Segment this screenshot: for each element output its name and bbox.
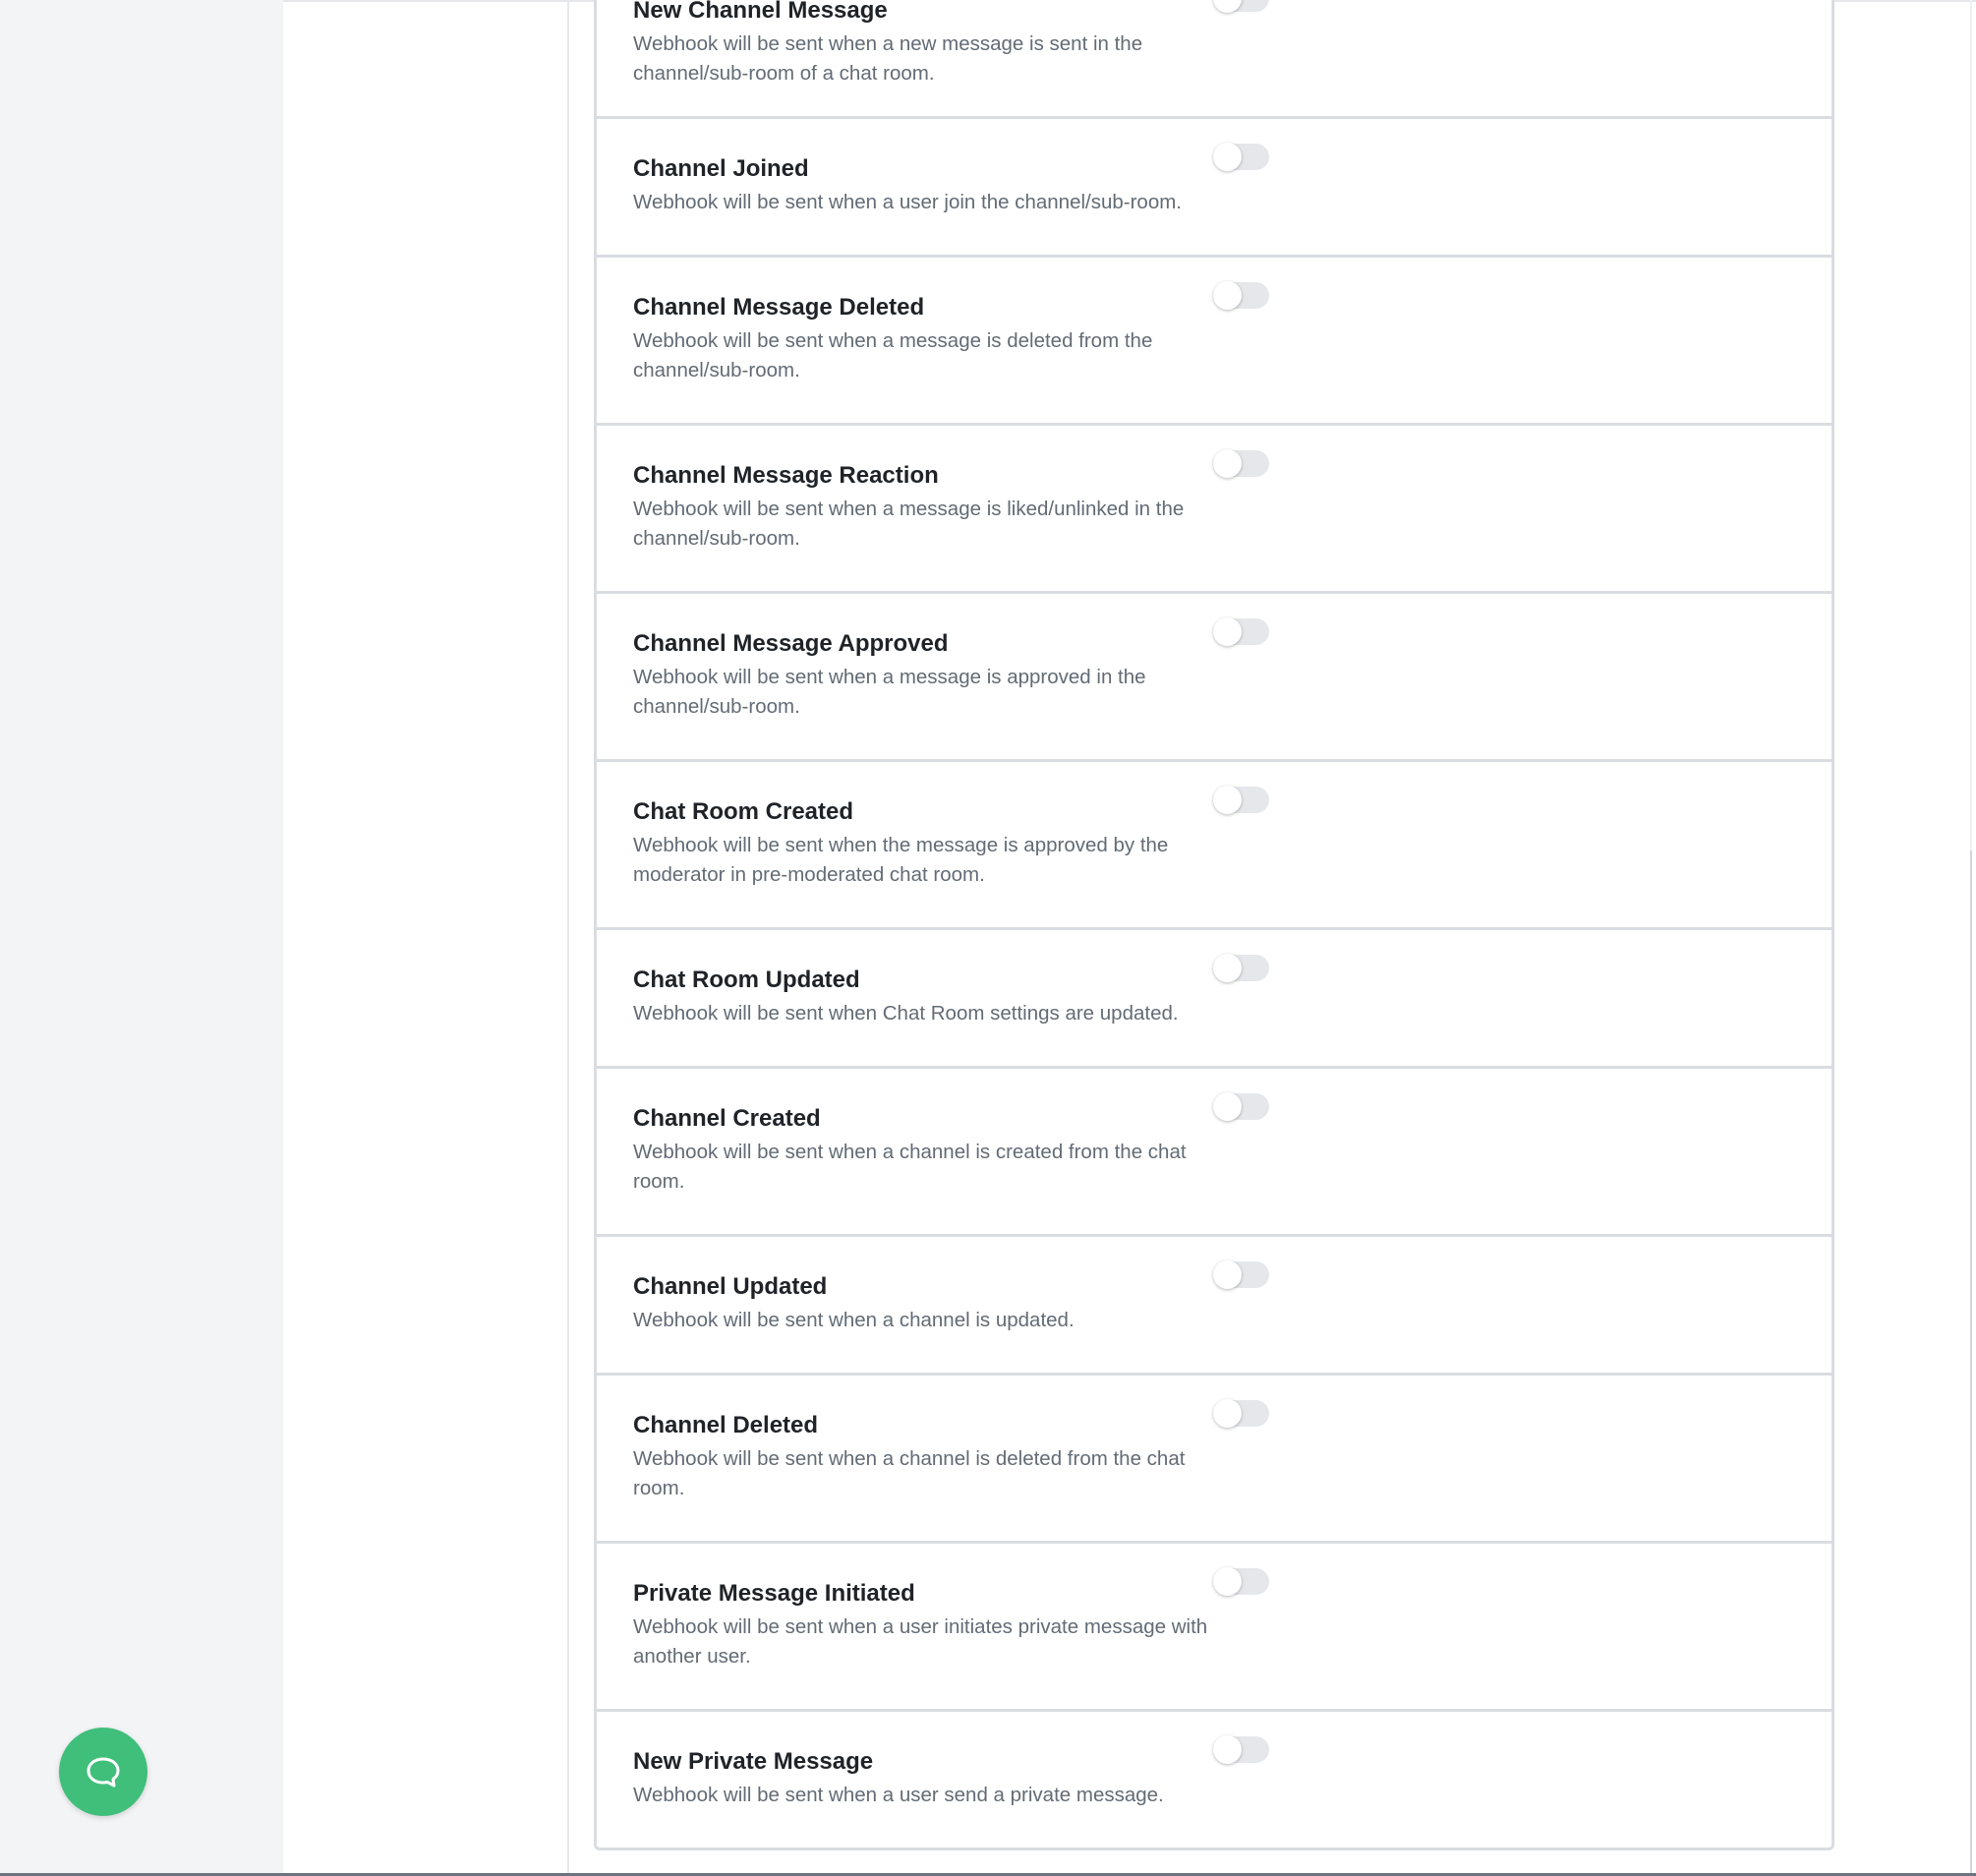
event-title: Channel Message Approved xyxy=(633,630,949,657)
toggle-knob xyxy=(1213,281,1242,310)
event-row-chat-room-created: Chat Room Created Webhook will be sent w… xyxy=(597,762,1831,930)
event-toggle-switch[interactable] xyxy=(1213,786,1269,814)
toggle-knob xyxy=(1213,954,1242,982)
event-toggle-switch[interactable] xyxy=(1213,0,1269,13)
event-row-channel-updated: Channel Updated Webhook will be sent whe… xyxy=(597,1237,1831,1376)
toggle-knob xyxy=(1213,0,1242,13)
event-toggle-switch[interactable] xyxy=(1213,281,1269,310)
toggle-knob xyxy=(1213,617,1242,646)
event-description: Webhook will be sent when a message is l… xyxy=(633,498,1185,550)
toggle-knob xyxy=(1213,1260,1242,1289)
event-description: Webhook will be sent when a channel is u… xyxy=(633,1309,1075,1331)
event-toggle-switch[interactable] xyxy=(1213,1735,1269,1764)
event-title: New Channel Message xyxy=(633,0,888,24)
toggle-knob xyxy=(1213,1735,1242,1764)
event-row-private-message-initiated: Private Message Initiated Webhook will b… xyxy=(597,1544,1831,1712)
left-sidebar xyxy=(0,0,283,1876)
toggle-knob xyxy=(1213,143,1242,171)
event-title: New Private Message xyxy=(633,1748,874,1775)
event-toggle-switch[interactable] xyxy=(1213,449,1269,478)
event-description: Webhook will be sent when the message is… xyxy=(633,834,1169,886)
event-title: Private Message Initiated xyxy=(633,1580,915,1607)
event-title: Channel Joined xyxy=(633,155,809,182)
event-title: Chat Room Updated xyxy=(633,967,860,993)
event-title: Channel Message Reaction xyxy=(633,462,939,489)
right-scrollbar-thumb[interactable] xyxy=(1970,850,1972,1876)
toggle-knob xyxy=(1213,1567,1242,1596)
toggle-knob xyxy=(1213,786,1242,814)
event-description: Webhook will be sent when a message is d… xyxy=(633,329,1153,381)
event-description: Webhook will be sent when a user join th… xyxy=(633,191,1182,213)
event-toggle-switch[interactable] xyxy=(1213,1399,1269,1428)
event-row-channel-joined: Channel Joined Webhook will be sent when… xyxy=(597,119,1831,258)
toggle-knob xyxy=(1213,449,1242,478)
toggle-knob xyxy=(1213,1399,1242,1428)
event-title: Channel Created xyxy=(633,1105,821,1132)
event-row-channel-message-approved: Channel Message Approved Webhook will be… xyxy=(597,594,1831,762)
webhook-events-card: New Channel Message Webhook will be sent… xyxy=(594,0,1834,1850)
content-divider xyxy=(567,0,569,1876)
event-toggle-switch[interactable] xyxy=(1213,1260,1269,1289)
event-description: Webhook will be sent when a user initiat… xyxy=(633,1615,1208,1668)
event-row-channel-deleted: Channel Deleted Webhook will be sent whe… xyxy=(597,1376,1831,1544)
toggle-knob xyxy=(1213,1092,1242,1121)
event-title: Channel Message Deleted xyxy=(633,294,925,321)
event-row-new-channel-message: New Channel Message Webhook will be sent… xyxy=(597,0,1831,119)
event-row-chat-room-updated: Chat Room Updated Webhook will be sent w… xyxy=(597,930,1831,1069)
event-description: Webhook will be sent when a new message … xyxy=(633,32,1143,85)
event-description: Webhook will be sent when a message is a… xyxy=(633,666,1146,718)
event-row-new-private-message: New Private Message Webhook will be sent… xyxy=(597,1712,1831,1847)
event-toggle-switch[interactable] xyxy=(1213,143,1269,171)
chat-launcher-button[interactable] xyxy=(59,1728,147,1816)
event-title: Channel Updated xyxy=(633,1273,828,1300)
event-description: Webhook will be sent when Chat Room sett… xyxy=(633,1002,1179,1025)
event-toggle-switch[interactable] xyxy=(1213,617,1269,646)
event-toggle-switch[interactable] xyxy=(1213,1567,1269,1596)
event-title: Channel Deleted xyxy=(633,1412,819,1438)
event-toggle-switch[interactable] xyxy=(1213,1092,1269,1121)
event-description: Webhook will be sent when a user send a … xyxy=(633,1784,1164,1806)
event-description: Webhook will be sent when a channel is c… xyxy=(633,1141,1187,1193)
chat-bubble-icon xyxy=(87,1757,120,1788)
event-title: Chat Room Created xyxy=(633,798,854,825)
event-toggle-switch[interactable] xyxy=(1213,954,1269,982)
event-description: Webhook will be sent when a channel is d… xyxy=(633,1447,1186,1499)
event-row-channel-message-reaction: Channel Message Reaction Webhook will be… xyxy=(597,426,1831,594)
event-row-channel-message-deleted: Channel Message Deleted Webhook will be … xyxy=(597,258,1831,426)
event-row-channel-created: Channel Created Webhook will be sent whe… xyxy=(597,1069,1831,1237)
